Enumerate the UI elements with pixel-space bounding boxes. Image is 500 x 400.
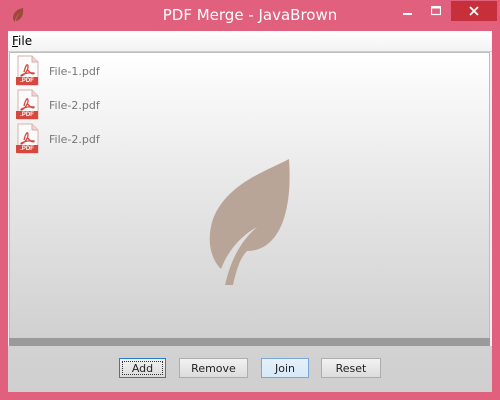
client-area: File .PDF File-1.pdf .PDF File-2.pdf .PD… — [8, 31, 492, 392]
button-bar: Add Remove Join Reset — [8, 346, 492, 392]
minimize-icon — [402, 12, 412, 15]
minimize-button[interactable] — [394, 0, 421, 21]
pdf-icon-label: .PDF — [20, 146, 34, 152]
pdf-file-icon: .PDF — [15, 123, 41, 155]
menu-bar: File — [8, 31, 492, 52]
title-bar[interactable]: PDF Merge - JavaBrown — [0, 0, 500, 31]
join-button[interactable]: Join — [261, 358, 309, 378]
pdf-file-icon: .PDF — [15, 55, 41, 87]
maximize-icon — [431, 5, 441, 15]
file-list-item[interactable]: .PDF File-1.pdf — [15, 55, 100, 87]
close-button[interactable] — [451, 1, 497, 21]
file-list[interactable]: .PDF File-1.pdf .PDF File-2.pdf .PDF Fil… — [9, 52, 490, 369]
remove-button[interactable]: Remove — [179, 358, 248, 378]
file-name: File-2.pdf — [49, 132, 100, 146]
add-button[interactable]: Add — [119, 358, 166, 378]
app-window: PDF Merge - JavaBrown File .PDF File-1.p… — [0, 0, 500, 400]
separator-bar — [9, 338, 490, 346]
file-list-item[interactable]: .PDF File-2.pdf — [15, 123, 100, 155]
file-list-item[interactable]: .PDF File-2.pdf — [15, 89, 100, 121]
pdf-icon-label: .PDF — [20, 112, 34, 118]
file-name: File-2.pdf — [49, 98, 100, 112]
maximize-button[interactable] — [423, 0, 449, 21]
leaf-watermark-icon — [209, 159, 290, 285]
close-icon — [469, 6, 479, 16]
menu-file[interactable]: File — [12, 34, 32, 48]
pdf-icon-label: .PDF — [20, 78, 34, 84]
reset-button[interactable]: Reset — [321, 358, 381, 378]
pdf-file-icon: .PDF — [15, 89, 41, 121]
file-name: File-1.pdf — [49, 64, 100, 78]
menu-file-label: ile — [18, 34, 33, 48]
